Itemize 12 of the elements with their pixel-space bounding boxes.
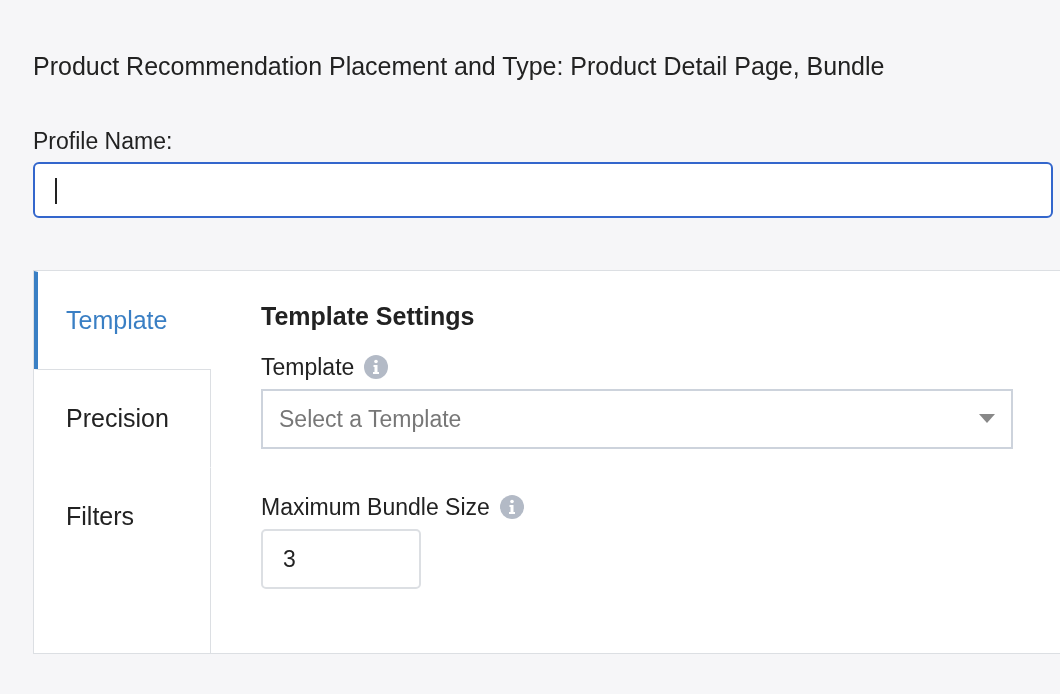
- info-icon[interactable]: [364, 355, 389, 379]
- template-select[interactable]: Select a Template: [261, 389, 1013, 449]
- profile-name-field[interactable]: [33, 162, 1053, 218]
- field-label: Template: [261, 353, 355, 381]
- placement-heading: Product Recommendation Placement and Type: Product Detail Page, Bundle: [33, 51, 886, 82]
- info-icon[interactable]: [499, 495, 524, 519]
- bundle-size-field[interactable]: 3: [261, 529, 421, 589]
- field-label: Profile Name:: [33, 127, 173, 156]
- field-label: Maximum Bundle Size: [261, 493, 490, 521]
- caret-icon: [979, 414, 995, 424]
- section-title: Template Settings: [261, 301, 476, 331]
- side-tab[interactable]: Precision: [34, 369, 211, 467]
